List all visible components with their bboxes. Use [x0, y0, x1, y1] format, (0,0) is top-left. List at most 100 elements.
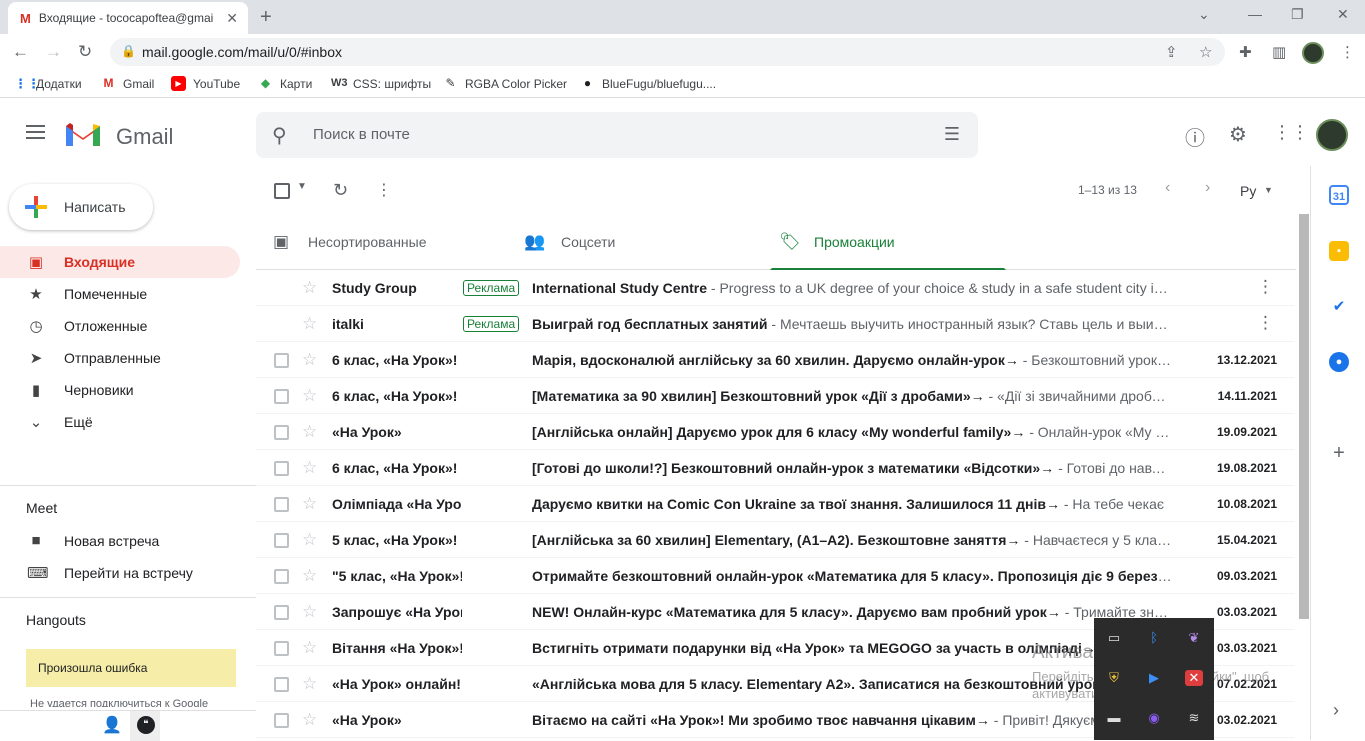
email-row[interactable]: ☆ italki Реклама Выиграй год бесплатных зан…	[256, 306, 1294, 342]
row-checkbox[interactable]	[274, 641, 289, 656]
select-all-checkbox[interactable]	[274, 183, 290, 199]
monitor-icon[interactable]: ▭	[1105, 630, 1123, 646]
input-language-selector[interactable]: Ру	[1240, 183, 1256, 199]
prev-page-icon[interactable]: ‹	[1165, 179, 1170, 197]
minimize-button[interactable]: —	[1248, 6, 1262, 22]
bookmark-maps[interactable]: ◆ Карти	[258, 76, 312, 91]
refresh-icon[interactable]: ↻	[333, 180, 348, 201]
join-meeting-item[interactable]: ⌨ Перейти на встречу	[0, 557, 240, 589]
sidebar-item-starred[interactable]: ★ Помеченные	[0, 278, 240, 310]
email-row[interactable]: ☆ 6 клас, «На Урок»! [Математика за 90 хви…	[256, 378, 1294, 414]
language-dropdown-icon[interactable]: ▼	[1264, 185, 1273, 195]
tasks-icon[interactable]: ✔	[1329, 297, 1349, 317]
star-toggle-icon[interactable]: ☆	[302, 602, 317, 622]
display-icon[interactable]: ▬	[1105, 710, 1123, 726]
row-checkbox[interactable]	[274, 677, 289, 692]
google-apps-icon[interactable]: ⋮⋮	[1273, 122, 1309, 143]
ad-options-icon[interactable]: ⋮	[1257, 313, 1274, 333]
ad-options-icon[interactable]: ⋮	[1257, 277, 1274, 297]
show-side-panel-icon[interactable]: ›	[1333, 700, 1339, 721]
star-toggle-icon[interactable]: ☆	[302, 566, 317, 586]
row-checkbox[interactable]	[274, 389, 289, 404]
bookmark-star-icon[interactable]: ☆	[1199, 43, 1212, 61]
email-row[interactable]: ☆ "5 клас, «На Урок»!" Отримайте безкоштов…	[256, 558, 1294, 594]
get-addons-icon[interactable]: +	[1329, 442, 1349, 465]
star-toggle-icon[interactable]: ☆	[302, 530, 317, 550]
red-app-icon[interactable]: ✕	[1185, 670, 1203, 686]
search-icon[interactable]: ⚲	[272, 123, 287, 148]
more-actions-icon[interactable]: ⋮	[376, 180, 392, 200]
close-window-button[interactable]: ✕	[1337, 6, 1349, 23]
select-dropdown-icon[interactable]: ▼	[297, 181, 307, 192]
scrollbar[interactable]	[1299, 214, 1309, 619]
bookmark-css-fonts[interactable]: W3 CSS: шрифты	[331, 76, 431, 91]
row-checkbox[interactable]	[274, 497, 289, 512]
new-tab-button[interactable]: +	[260, 6, 272, 29]
row-checkbox[interactable]	[274, 353, 289, 368]
next-page-icon[interactable]: ›	[1205, 179, 1210, 197]
star-toggle-icon[interactable]: ☆	[302, 710, 317, 730]
row-checkbox[interactable]	[274, 533, 289, 548]
close-tab-icon[interactable]: ✕	[226, 10, 238, 27]
row-checkbox[interactable]	[274, 605, 289, 620]
email-row[interactable]: ☆ Study Group Реклама International Study C…	[256, 270, 1294, 306]
share-icon[interactable]: ⇪	[1165, 43, 1178, 61]
bookmark-youtube[interactable]: ▶ YouTube	[171, 76, 240, 91]
zoom-icon[interactable]: ▶	[1145, 670, 1163, 686]
search-bar[interactable]: ⚲ Поиск в почте ☰	[256, 112, 978, 158]
email-row[interactable]: ☆ 6 клас, «На Урок»! [Готові до школи!?] Б…	[256, 450, 1294, 486]
bluetooth-icon[interactable]: ᛒ	[1145, 630, 1163, 646]
sidebar-item-snoozed[interactable]: ◷ Отложенные	[0, 310, 240, 342]
back-button[interactable]: ←	[12, 42, 29, 62]
feather-icon[interactable]: ❦	[1185, 630, 1203, 646]
settings-gear-icon[interactable]: ⚙	[1229, 122, 1247, 147]
row-checkbox[interactable]	[274, 425, 289, 440]
side-panel-icon[interactable]: ▥	[1272, 43, 1286, 61]
star-toggle-icon[interactable]: ☆	[302, 314, 317, 334]
forward-button[interactable]: →	[45, 42, 62, 62]
bookmark-gmail[interactable]: M Gmail	[101, 76, 155, 91]
main-menu-icon[interactable]	[26, 125, 45, 139]
star-toggle-icon[interactable]: ☆	[302, 674, 317, 694]
email-row[interactable]: ☆ «На Урок» [Англійська онлайн] Даруємо ур…	[256, 414, 1294, 450]
account-avatar[interactable]	[1316, 119, 1348, 151]
search-input[interactable]: Поиск в почте	[313, 126, 410, 143]
star-toggle-icon[interactable]: ☆	[302, 638, 317, 658]
sidebar-item-inbox[interactable]: ▣ Входящие	[0, 246, 240, 278]
star-toggle-icon[interactable]: ☆	[302, 278, 317, 298]
profile-avatar[interactable]	[1302, 42, 1324, 64]
help-icon[interactable]: ⓘ	[1185, 122, 1205, 151]
viber-icon[interactable]: ◉	[1145, 710, 1163, 726]
search-options-icon[interactable]: ☰	[944, 124, 960, 145]
wifi-icon[interactable]: ≋	[1185, 710, 1203, 726]
email-row[interactable]: ☆ 6 клас, «На Урок»! Марія, вдосконалюй ан…	[256, 342, 1294, 378]
restore-button[interactable]: ❐	[1291, 6, 1304, 23]
star-toggle-icon[interactable]: ☆	[302, 458, 317, 478]
row-checkbox[interactable]	[274, 713, 289, 728]
tab-social[interactable]: 👥 Соцсети	[513, 214, 770, 270]
star-toggle-icon[interactable]: ☆	[302, 422, 317, 442]
contacts-icon[interactable]: ●	[1329, 352, 1349, 372]
sidebar-item-sent[interactable]: ➤ Отправленные	[0, 342, 240, 374]
tab-search-icon[interactable]: ⌄	[1198, 6, 1210, 23]
star-toggle-icon[interactable]: ☆	[302, 350, 317, 370]
url-field[interactable]: 🔒 mail.google.com/mail/u/0/#inbox ⇪ ☆	[110, 38, 1225, 66]
new-meeting-item[interactable]: ■ Новая встреча	[0, 525, 240, 557]
email-row[interactable]: ☆ Олімпіада «На Урок» Даруємо квитки на Co…	[256, 486, 1294, 522]
sidebar-item-drafts[interactable]: ▮ Черновики	[0, 374, 240, 406]
row-checkbox[interactable]	[274, 569, 289, 584]
star-toggle-icon[interactable]: ☆	[302, 494, 317, 514]
compose-button[interactable]: Написать	[9, 184, 153, 230]
bookmark-github[interactable]: ● BlueFugu/bluefugu....	[580, 76, 716, 91]
hangouts-icon[interactable]: ❝	[137, 716, 155, 734]
person-icon[interactable]: 👤	[102, 715, 122, 735]
extensions-icon[interactable]: ✚	[1239, 43, 1252, 61]
sidebar-item-more[interactable]: ⌄ Ещё	[0, 406, 240, 438]
browser-menu-icon[interactable]: ⋮	[1340, 43, 1355, 61]
email-row[interactable]: ☆ 5 клас, «На Урок»! [Англійська за 60 хви…	[256, 522, 1294, 558]
browser-tab[interactable]: M Входящие - tococapoftea@gmail.com - Gm…	[8, 2, 248, 34]
bookmark-rgba[interactable]: ✎ RGBA Color Picker	[443, 76, 567, 91]
reload-button[interactable]: ↻	[78, 42, 92, 62]
calendar-icon[interactable]: 31	[1329, 185, 1349, 205]
star-toggle-icon[interactable]: ☆	[302, 386, 317, 406]
